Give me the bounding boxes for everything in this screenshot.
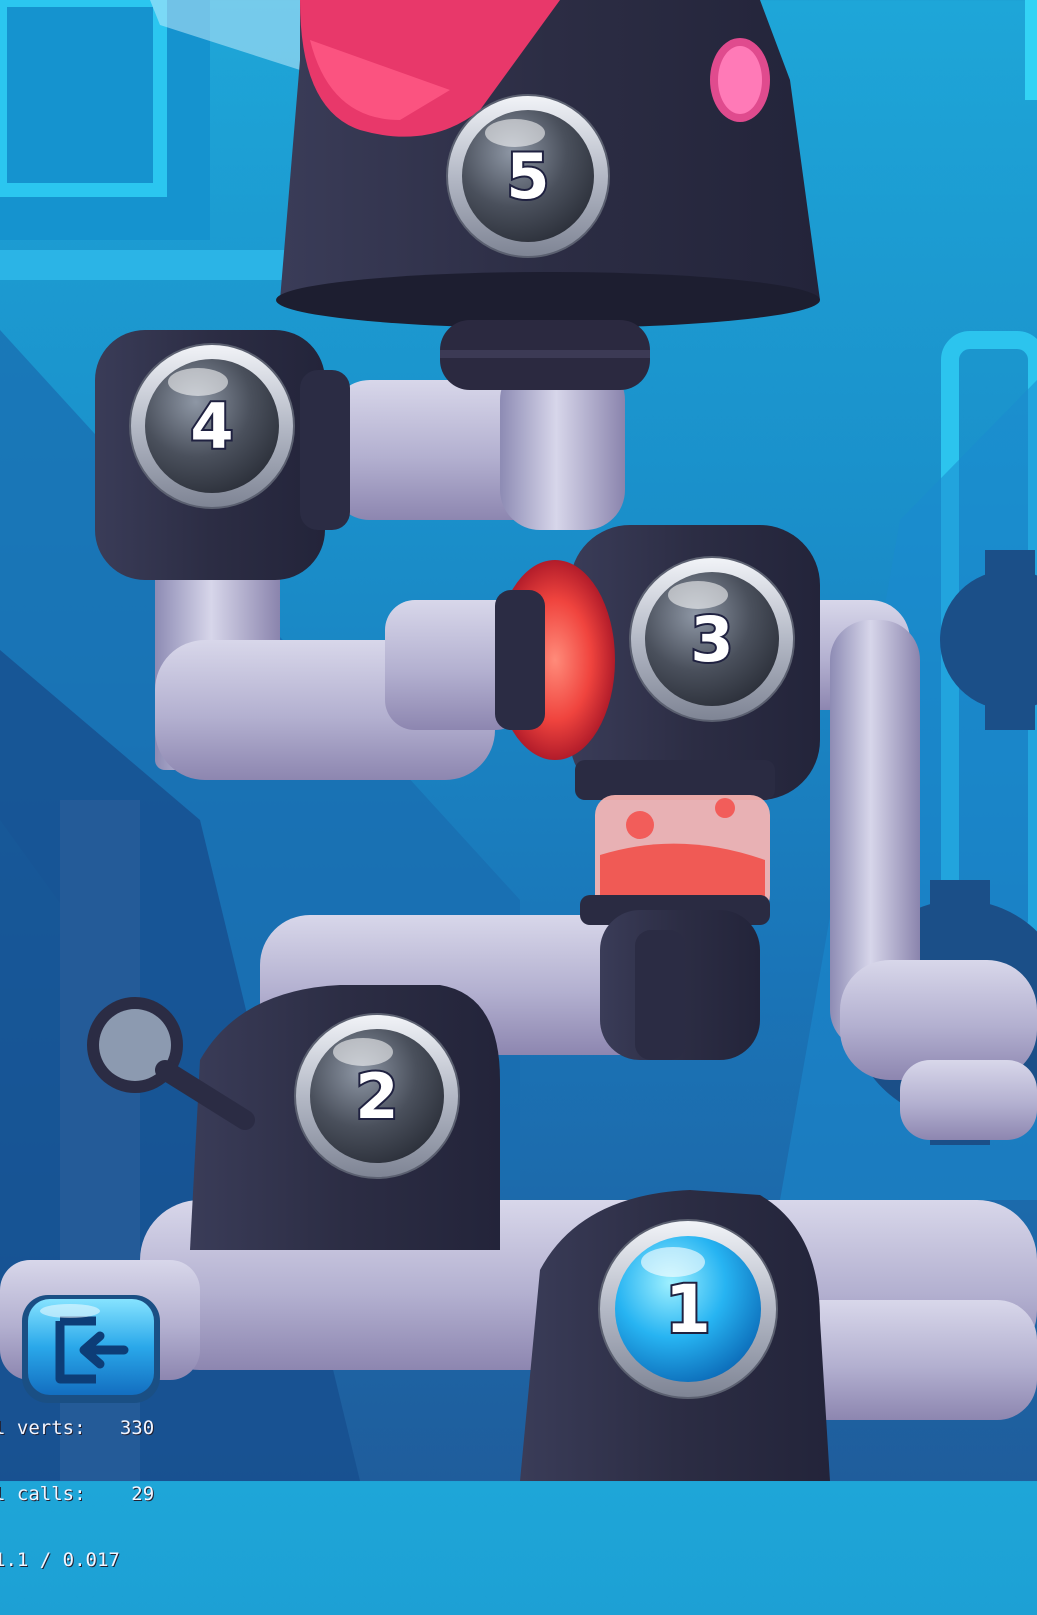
- debug-calls: l calls: 29: [0, 1483, 155, 1505]
- level-3-button[interactable]: 3: [628, 555, 796, 723]
- level-3-bubble: [629, 556, 795, 722]
- level-1-bubble: [598, 1219, 778, 1399]
- level-2-bubble: [294, 1013, 460, 1179]
- level-1-button[interactable]: 1: [597, 1218, 779, 1400]
- level-4-bubble: [129, 343, 295, 509]
- level-2-button[interactable]: 2: [293, 1012, 461, 1180]
- level-map-scene: 5 4 3 2 1 l verts: 330 l calls: 29 1.1 /…: [0, 0, 1037, 1571]
- debug-verts: l verts: 330: [0, 1417, 155, 1439]
- debug-stats: l verts: 330 l calls: 29 1.1 / 0.017: [0, 1373, 194, 1615]
- level-4-button[interactable]: 4: [128, 342, 296, 510]
- debug-timing: 1.1 / 0.017: [0, 1549, 120, 1571]
- level-5-button[interactable]: 5: [445, 93, 611, 259]
- level-5-bubble: [446, 94, 610, 258]
